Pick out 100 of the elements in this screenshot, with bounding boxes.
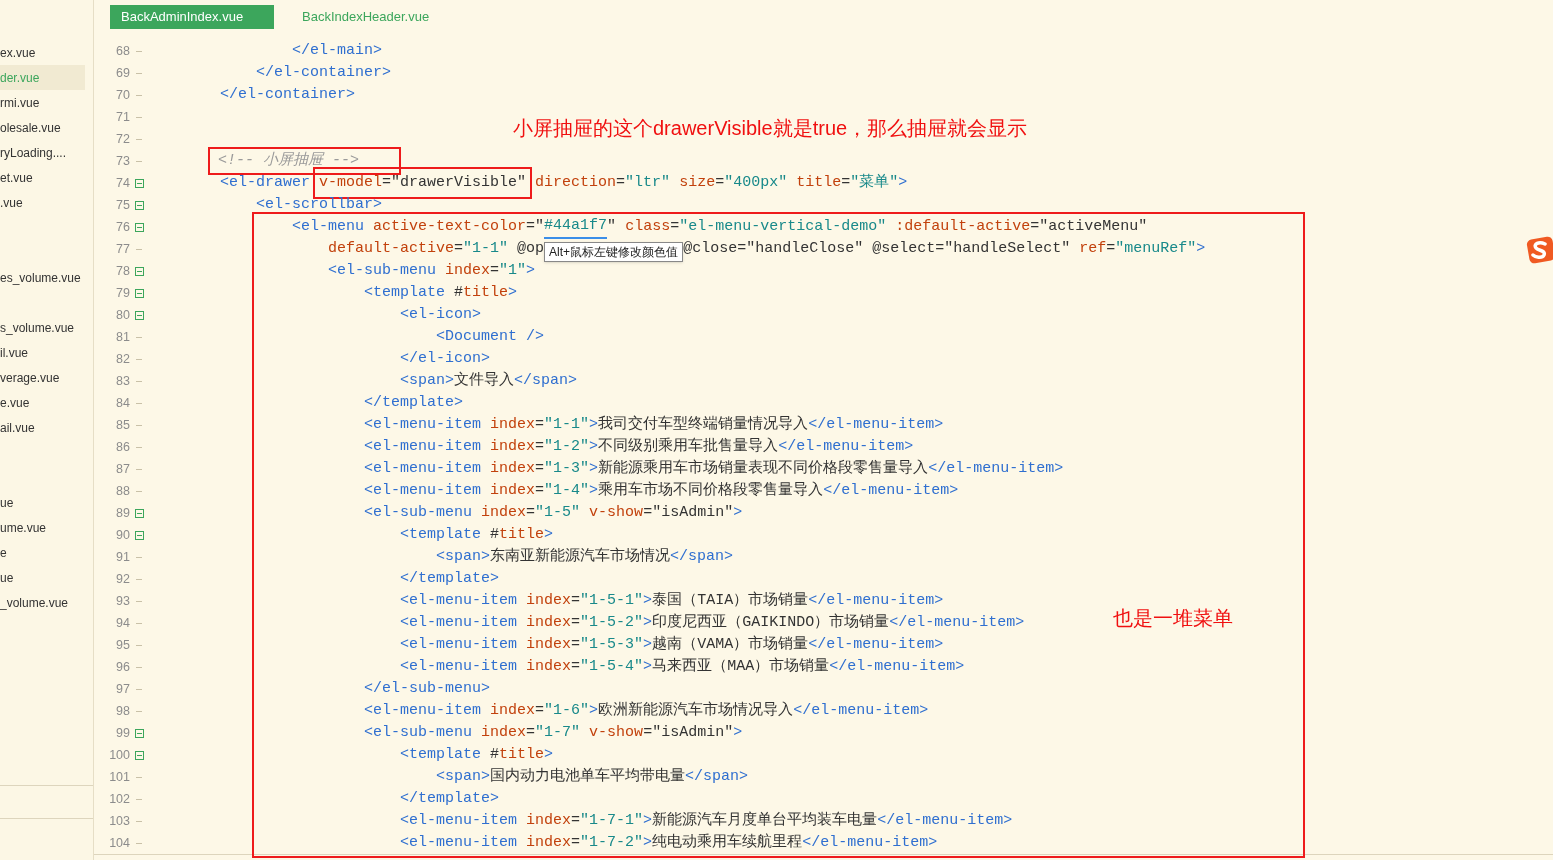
code-line: <el-sub-menu index="1-5" v-show="isAdmin">: [363, 502, 743, 523]
fold-toggle-icon[interactable]: [134, 266, 144, 276]
line-number: 96: [115, 658, 130, 676]
fold-toggle-icon[interactable]: [134, 728, 144, 738]
code-line: <el-menu-item index="1-7-1">新能源汽车月度单台平均装车电量</el-menu-item>: [399, 810, 1013, 831]
code-text: direction="ltr" size="400px" title="菜单">: [534, 172, 908, 193]
fold-toggle-icon[interactable]: [134, 310, 144, 320]
code-line: </el-container>: [255, 62, 392, 83]
line-number: 93: [115, 592, 130, 610]
fold-toggle-icon[interactable]: [134, 750, 144, 760]
code-line: </el-sub-menu>: [363, 678, 491, 699]
line-number: 80: [115, 306, 130, 324]
line-number: 104: [108, 834, 130, 852]
file-list-item[interactable]: .vue: [0, 190, 85, 215]
line-number: 81: [115, 328, 130, 346]
file-list-item[interactable]: il.vue: [0, 340, 85, 365]
code-line: <el-menu active-text-color="#44a1f7" class="el-menu-vertical-demo" :default-active="activeMenu": [148, 216, 1148, 238]
code-line: <span>国内动力电池单车平均带电量</span>: [435, 766, 749, 787]
fold-toggle-icon[interactable]: [134, 178, 144, 188]
code-line: <Document />: [435, 326, 545, 347]
code-line: <el-sub-menu index="1">: [327, 260, 536, 281]
code-line: <el-icon>: [399, 304, 482, 325]
annotation-note: 小屏抽屉的这个drawerVisible就是true，那么抽屉就会显示: [513, 116, 1028, 141]
line-number: 68: [115, 42, 130, 60]
file-list-item[interactable]: _volume.vue: [0, 590, 85, 615]
file-list-item[interactable]: ryLoading....: [0, 140, 85, 165]
code-line: default-active="1-1" @op Alt+鼠标左键修改颜色值 @close="handleClose" @select="handleSelect" ref="menuRef">: [148, 238, 1206, 260]
file-list-item[interactable]: olesale.vue: [0, 115, 85, 140]
line-number: 94: [115, 614, 130, 632]
code-line: <el-menu-item index="1-7-2">纯电动乘用车续航里程</el-menu-item>: [399, 832, 938, 853]
line-number: 87: [115, 460, 130, 478]
line-number: 89: [115, 504, 130, 522]
highlight-box: <!-- 小屏抽屉 -->: [208, 146, 402, 176]
line-number: 103: [108, 812, 130, 830]
code-line: <template #title>: [399, 744, 554, 765]
line-number: 74: [115, 174, 130, 192]
line-number: 86: [115, 438, 130, 456]
code-line: <el-menu-item index="1-4">乘用车市场不同价格段零售量导入</el-menu-item>: [363, 480, 959, 501]
line-number: 69: [115, 64, 130, 82]
code-line: <el-menu-item index="1-5-2">印度尼西亚（GAIKINDO）市场销量</el-menu-item>: [399, 612, 1025, 633]
code-line: <span>东南亚新能源汽车市场情况</span>: [435, 546, 734, 567]
annotation-note: 也是一堆菜单: [1113, 606, 1233, 631]
file-list-item[interactable]: ue: [0, 490, 85, 515]
code-line: <el-menu-item index="1-5-4">马来西亚（MAA）市场销量</el-menu-item>: [399, 656, 965, 677]
code-line: <el-menu-item index="1-2">不同级别乘用车批售量导入</el-menu-item>: [363, 436, 914, 457]
file-list-item[interactable]: s_volume.vue: [0, 315, 85, 340]
code-line: <el-menu-item index="1-3">新能源乘用车市场销量表现不同价格段零售量导入</el-menu-item>: [363, 458, 1064, 479]
code-line: <el-menu-item index="1-5-1">泰国（TAIA）市场销量</el-menu-item>: [399, 590, 944, 611]
file-list-item[interactable]: et.vue: [0, 165, 85, 190]
line-number: 90: [115, 526, 130, 544]
line-number: 73: [115, 152, 130, 170]
line-number: 82: [115, 350, 130, 368]
code-line: <el-sub-menu index="1-7" v-show="isAdmin">: [363, 722, 743, 743]
code-line: </el-container>: [219, 84, 356, 105]
line-number: 85: [115, 416, 130, 434]
line-number: 84: [115, 394, 130, 412]
code-line: <template #title>: [363, 282, 518, 303]
line-number: 83: [115, 372, 130, 390]
line-number: 100: [108, 746, 130, 764]
line-number: 76: [115, 218, 130, 236]
line-number: 79: [115, 284, 130, 302]
fold-toggle-icon[interactable]: [134, 222, 144, 232]
fold-toggle-icon[interactable]: [134, 508, 144, 518]
code-line: </template>: [399, 788, 500, 809]
line-number: 97: [115, 680, 130, 698]
line-number: 70: [115, 86, 130, 104]
file-list-item[interactable]: e: [0, 540, 85, 565]
line-number: 77: [115, 240, 130, 258]
fold-toggle-icon[interactable]: [134, 530, 144, 540]
line-number: 91: [115, 548, 130, 566]
code-line: <el-menu-item index="1-5-3">越南（VAMA）市场销量</el-menu-item>: [399, 634, 944, 655]
code-line: <el-menu-item index="1-1">我司交付车型终端销量情况导入</el-menu-item>: [363, 414, 944, 435]
line-number: 72: [115, 130, 130, 148]
line-number: 75: [115, 196, 130, 214]
code-line: </template>: [363, 392, 464, 413]
file-list-item[interactable]: e.vue: [0, 390, 85, 415]
line-number: 88: [115, 482, 130, 500]
file-list-item[interactable]: ume.vue: [0, 515, 85, 540]
line-number: 92: [115, 570, 130, 588]
line-number: 78: [115, 262, 130, 280]
code-line: </template>: [399, 568, 500, 589]
file-list-item[interactable]: es_volume.vue: [0, 265, 85, 290]
line-number: 101: [108, 768, 130, 786]
file-list-item[interactable]: rmi.vue: [0, 90, 85, 115]
tooltip: Alt+鼠标左键修改颜色值: [544, 242, 684, 262]
file-list-item[interactable]: ue: [0, 565, 85, 590]
file-list-item[interactable]: verage.vue: [0, 365, 85, 390]
line-number: 99: [115, 724, 130, 742]
line-number: 102: [108, 790, 130, 808]
fold-toggle-icon[interactable]: [134, 288, 144, 298]
file-list-item[interactable]: ail.vue: [0, 415, 85, 440]
line-number: 98: [115, 702, 130, 720]
fold-toggle-icon[interactable]: [134, 200, 144, 210]
file-list-item[interactable]: ex.vue: [0, 40, 85, 65]
line-number: 71: [115, 108, 130, 126]
code-line: <el-menu-item index="1-6">欧洲新能源汽车市场情况导入</el-menu-item>: [363, 700, 929, 721]
code-line: <template #title>: [399, 524, 554, 545]
line-number: 95: [115, 636, 130, 654]
code-line: </el-main>: [291, 40, 383, 61]
code-line: </el-icon>: [399, 348, 491, 369]
